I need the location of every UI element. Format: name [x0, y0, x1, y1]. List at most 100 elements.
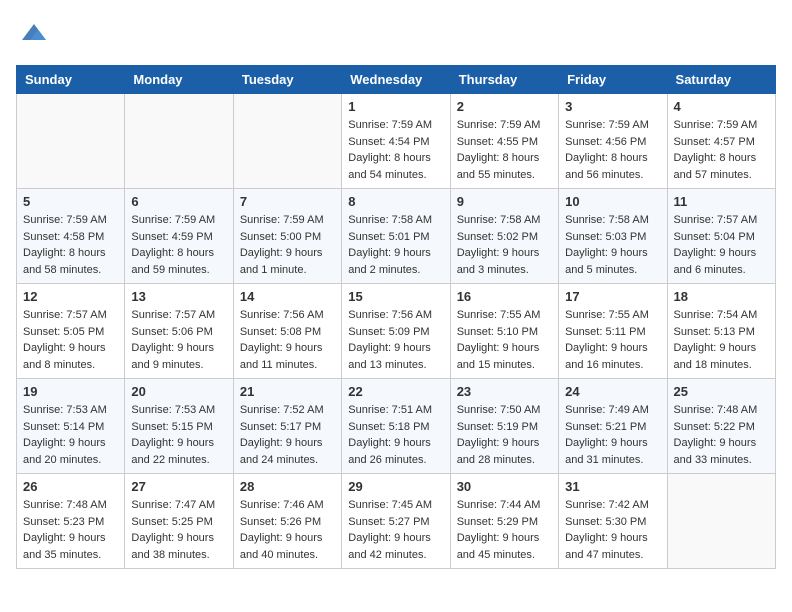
calendar-cell: 3 Sunrise: 7:59 AMSunset: 4:56 PMDaylight…: [559, 94, 667, 189]
calendar-week-row: 12 Sunrise: 7:57 AMSunset: 5:05 PMDayligh…: [17, 284, 776, 379]
day-number: 3: [565, 99, 660, 114]
day-info: Sunrise: 7:58 AMSunset: 5:03 PMDaylight:…: [565, 212, 660, 278]
calendar-cell: 12 Sunrise: 7:57 AMSunset: 5:05 PMDayligh…: [17, 284, 125, 379]
day-info: Sunrise: 7:48 AMSunset: 5:22 PMDaylight:…: [674, 402, 769, 468]
day-info: Sunrise: 7:59 AMSunset: 4:59 PMDaylight:…: [131, 212, 226, 278]
calendar-cell: 29Sunrise: 7:45 AMSunset: 5:27 PMDayligh…: [342, 474, 450, 569]
day-number: 30: [457, 479, 552, 494]
calendar-cell: 20 Sunrise: 7:53 AMSunset: 5:15 PMDayligh…: [125, 379, 233, 474]
header-day: Friday: [559, 66, 667, 94]
day-info: Sunrise: 7:50 AMSunset: 5:19 PMDaylight:…: [457, 402, 552, 468]
day-number: 11: [674, 194, 769, 209]
calendar-cell: 25 Sunrise: 7:48 AMSunset: 5:22 PMDayligh…: [667, 379, 775, 474]
day-info: Sunrise: 7:59 AMSunset: 4:54 PMDaylight:…: [348, 117, 443, 183]
day-info: Sunrise: 7:46 AMSunset: 5:26 PMDaylight:…: [240, 497, 335, 563]
day-number: 21: [240, 384, 335, 399]
calendar-cell: 19 Sunrise: 7:53 AMSunset: 5:14 PMDayligh…: [17, 379, 125, 474]
day-number: 20: [131, 384, 226, 399]
day-info: Sunrise: 7:57 AMSunset: 5:06 PMDaylight:…: [131, 307, 226, 373]
day-info: Sunrise: 7:59 AMSunset: 4:55 PMDaylight:…: [457, 117, 552, 183]
day-number: 7: [240, 194, 335, 209]
calendar-cell: 2 Sunrise: 7:59 AMSunset: 4:55 PMDaylight…: [450, 94, 558, 189]
calendar-cell: 30Sunrise: 7:44 AMSunset: 5:29 PMDayligh…: [450, 474, 558, 569]
day-number: 31: [565, 479, 660, 494]
calendar-cell: 24 Sunrise: 7:49 AMSunset: 5:21 PMDayligh…: [559, 379, 667, 474]
day-info: Sunrise: 7:59 AMSunset: 4:56 PMDaylight:…: [565, 117, 660, 183]
header-day: Monday: [125, 66, 233, 94]
day-info: Sunrise: 7:53 AMSunset: 5:14 PMDaylight:…: [23, 402, 118, 468]
day-number: 13: [131, 289, 226, 304]
day-number: 27: [131, 479, 226, 494]
calendar-cell: [17, 94, 125, 189]
day-number: 28: [240, 479, 335, 494]
day-info: Sunrise: 7:48 AMSunset: 5:23 PMDaylight:…: [23, 497, 118, 563]
day-number: 18: [674, 289, 769, 304]
calendar-cell: 7 Sunrise: 7:59 AMSunset: 5:00 PMDaylight…: [233, 189, 341, 284]
day-number: 10: [565, 194, 660, 209]
calendar-week-row: 19 Sunrise: 7:53 AMSunset: 5:14 PMDayligh…: [17, 379, 776, 474]
day-info: Sunrise: 7:59 AMSunset: 5:00 PMDaylight:…: [240, 212, 335, 278]
day-number: 8: [348, 194, 443, 209]
header-day: Tuesday: [233, 66, 341, 94]
day-info: Sunrise: 7:53 AMSunset: 5:15 PMDaylight:…: [131, 402, 226, 468]
day-info: Sunrise: 7:54 AMSunset: 5:13 PMDaylight:…: [674, 307, 769, 373]
header-day: Saturday: [667, 66, 775, 94]
day-info: Sunrise: 7:51 AMSunset: 5:18 PMDaylight:…: [348, 402, 443, 468]
day-info: Sunrise: 7:47 AMSunset: 5:25 PMDaylight:…: [131, 497, 226, 563]
day-number: 6: [131, 194, 226, 209]
day-number: 12: [23, 289, 118, 304]
day-info: Sunrise: 7:59 AMSunset: 4:58 PMDaylight:…: [23, 212, 118, 278]
day-number: 23: [457, 384, 552, 399]
calendar-cell: [125, 94, 233, 189]
day-number: 15: [348, 289, 443, 304]
calendar-cell: 23 Sunrise: 7:50 AMSunset: 5:19 PMDayligh…: [450, 379, 558, 474]
calendar-cell: 6 Sunrise: 7:59 AMSunset: 4:59 PMDaylight…: [125, 189, 233, 284]
calendar-cell: 10 Sunrise: 7:58 AMSunset: 5:03 PMDayligh…: [559, 189, 667, 284]
day-number: 24: [565, 384, 660, 399]
calendar-cell: 31 Sunrise: 7:42 AMSunset: 5:30 PMDayligh…: [559, 474, 667, 569]
calendar-cell: 9Sunrise: 7:58 AMSunset: 5:02 PMDaylight…: [450, 189, 558, 284]
calendar-cell: 13 Sunrise: 7:57 AMSunset: 5:06 PMDayligh…: [125, 284, 233, 379]
day-number: 14: [240, 289, 335, 304]
day-info: Sunrise: 7:57 AMSunset: 5:05 PMDaylight:…: [23, 307, 118, 373]
calendar-cell: [233, 94, 341, 189]
calendar-cell: 21Sunrise: 7:52 AMSunset: 5:17 PMDayligh…: [233, 379, 341, 474]
day-number: 25: [674, 384, 769, 399]
day-number: 2: [457, 99, 552, 114]
day-info: Sunrise: 7:59 AMSunset: 4:57 PMDaylight:…: [674, 117, 769, 183]
calendar-cell: 18 Sunrise: 7:54 AMSunset: 5:13 PMDayligh…: [667, 284, 775, 379]
calendar-body: 1Sunrise: 7:59 AMSunset: 4:54 PMDaylight…: [17, 94, 776, 569]
calendar-cell: [667, 474, 775, 569]
header-day: Thursday: [450, 66, 558, 94]
header-day: Wednesday: [342, 66, 450, 94]
day-number: 26: [23, 479, 118, 494]
day-info: Sunrise: 7:56 AMSunset: 5:09 PMDaylight:…: [348, 307, 443, 373]
header-row: SundayMondayTuesdayWednesdayThursdayFrid…: [17, 66, 776, 94]
logo-icon: [18, 16, 50, 48]
logo: [16, 16, 50, 53]
day-number: 19: [23, 384, 118, 399]
calendar-cell: 11 Sunrise: 7:57 AMSunset: 5:04 PMDayligh…: [667, 189, 775, 284]
day-info: Sunrise: 7:42 AMSunset: 5:30 PMDaylight:…: [565, 497, 660, 563]
day-number: 5: [23, 194, 118, 209]
day-number: 29: [348, 479, 443, 494]
day-info: Sunrise: 7:57 AMSunset: 5:04 PMDaylight:…: [674, 212, 769, 278]
calendar-cell: 17Sunrise: 7:55 AMSunset: 5:11 PMDayligh…: [559, 284, 667, 379]
calendar-cell: 28 Sunrise: 7:46 AMSunset: 5:26 PMDayligh…: [233, 474, 341, 569]
day-number: 9: [457, 194, 552, 209]
calendar-cell: 1Sunrise: 7:59 AMSunset: 4:54 PMDaylight…: [342, 94, 450, 189]
day-number: 4: [674, 99, 769, 114]
day-info: Sunrise: 7:55 AMSunset: 5:11 PMDaylight:…: [565, 307, 660, 373]
calendar-week-row: 26 Sunrise: 7:48 AMSunset: 5:23 PMDayligh…: [17, 474, 776, 569]
calendar-cell: 22 Sunrise: 7:51 AMSunset: 5:18 PMDayligh…: [342, 379, 450, 474]
calendar-table: SundayMondayTuesdayWednesdayThursdayFrid…: [16, 65, 776, 569]
calendar-cell: 5 Sunrise: 7:59 AMSunset: 4:58 PMDaylight…: [17, 189, 125, 284]
page-header: [16, 16, 776, 53]
day-info: Sunrise: 7:58 AMSunset: 5:01 PMDaylight:…: [348, 212, 443, 278]
header-day: Sunday: [17, 66, 125, 94]
day-info: Sunrise: 7:56 AMSunset: 5:08 PMDaylight:…: [240, 307, 335, 373]
calendar-cell: 4 Sunrise: 7:59 AMSunset: 4:57 PMDaylight…: [667, 94, 775, 189]
day-number: 22: [348, 384, 443, 399]
calendar-cell: 16Sunrise: 7:55 AMSunset: 5:10 PMDayligh…: [450, 284, 558, 379]
day-info: Sunrise: 7:49 AMSunset: 5:21 PMDaylight:…: [565, 402, 660, 468]
